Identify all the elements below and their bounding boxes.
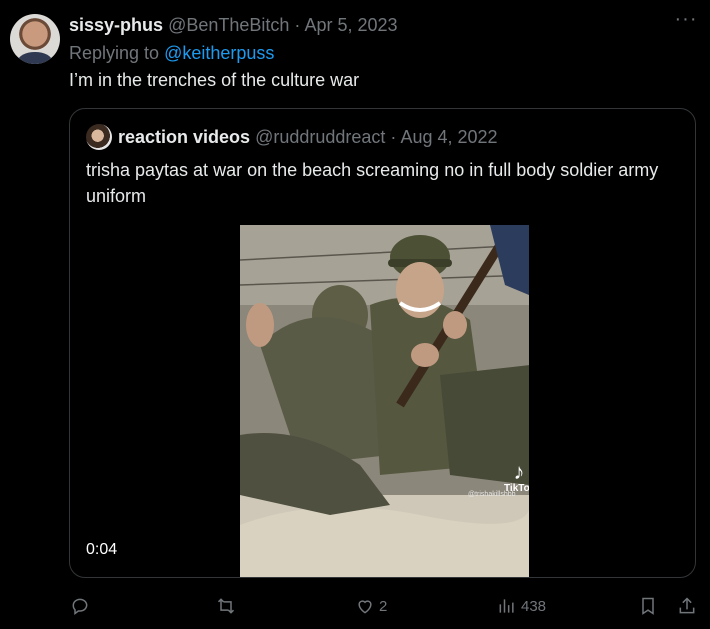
retweet-button[interactable] [216, 590, 240, 622]
tiktok-logo-icon: ♪ [513, 459, 525, 484]
tweet-header: sissy-phus @BenTheBitch · Apr 5, 2023 [69, 15, 398, 36]
quoted-handle: @ruddruddreact [255, 127, 386, 147]
replying-to-prefix: Replying to [69, 43, 160, 63]
video-thumbnail [240, 225, 529, 577]
author-display-name[interactable]: sissy-phus [69, 15, 163, 35]
tweet-text: I’m in the trenches of the culture war [69, 70, 360, 90]
quoted-separator: · [390, 127, 397, 147]
views-count: 438 [521, 597, 547, 615]
share-button[interactable] [677, 590, 697, 622]
quoted-display-name: reaction videos [118, 127, 251, 147]
like-count: 2 [379, 597, 388, 615]
quoted-tweet-header: reaction videos @ruddruddreact · Aug 4, … [118, 127, 498, 148]
reply-button[interactable] [70, 590, 94, 622]
views-button[interactable]: 438 [497, 590, 546, 622]
like-button[interactable]: 2 [355, 590, 387, 622]
retweet-icon [217, 598, 235, 614]
tiktok-handle: @trishakillshbb [468, 491, 516, 498]
replying-to-link[interactable]: @keitherpuss [164, 43, 274, 63]
bookmark-button[interactable] [638, 590, 658, 622]
header-separator: · [294, 15, 301, 35]
tweet-actions: 2 438 [0, 590, 710, 622]
heart-icon [358, 600, 372, 614]
video-time: 0:04 [86, 541, 118, 558]
quoted-tweet[interactable]: reaction videos @ruddruddreact · Aug 4, … [69, 108, 696, 578]
author-avatar[interactable] [10, 14, 60, 64]
quoted-tweet-text: trisha paytas at war on the beach scream… [86, 160, 659, 206]
tweet-date[interactable]: Apr 5, 2023 [304, 15, 397, 35]
replying-to: Replying to @keitherpuss [69, 43, 274, 64]
share-icon [679, 597, 695, 614]
video-player[interactable]: ♪ TikTok @trishakillshbb [240, 225, 529, 577]
views-chart-icon [499, 599, 514, 613]
quoted-author-avatar [86, 124, 112, 150]
author-handle[interactable]: @BenTheBitch [168, 15, 289, 35]
more-options-icon[interactable]: ··· [674, 9, 698, 36]
bookmark-icon [642, 597, 654, 615]
quoted-date: Aug 4, 2022 [400, 127, 498, 147]
reply-icon [72, 598, 88, 615]
tiktok-watermark: ♪ TikTok [504, 459, 529, 495]
